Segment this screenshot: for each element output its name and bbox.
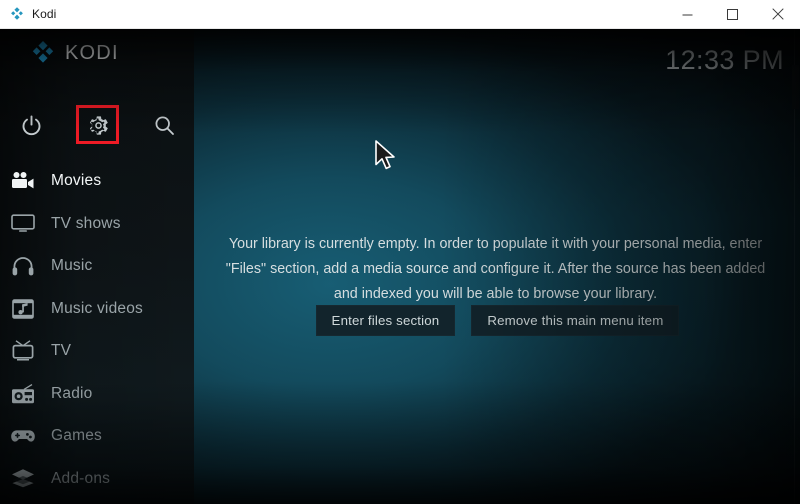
window-titlebar: Kodi (0, 0, 800, 29)
maximize-icon[interactable] (710, 0, 755, 28)
sidebar-item-label: Movies (51, 172, 102, 190)
sidebar-item-label: Music videos (51, 299, 143, 317)
minimize-icon[interactable] (665, 0, 710, 28)
sidebar-item-games[interactable]: Games (0, 415, 194, 458)
sidebar-item-pictures[interactable]: Pictures (0, 500, 194, 504)
sidebar-item-label: Add-ons (51, 469, 111, 487)
sidebar-item-tv-shows[interactable]: TV shows (0, 203, 194, 246)
close-icon[interactable] (755, 0, 800, 28)
layers-icon (9, 466, 37, 492)
sidebar-item-movies[interactable]: Movies (0, 160, 194, 203)
scrollbar-thumb[interactable] (792, 65, 799, 109)
sidebar-item-label: Music (51, 257, 93, 275)
kodi-ui: 12:33 PM Your library is currently empty… (0, 29, 800, 504)
sidebar-item-label: TV (51, 342, 72, 360)
settings-highlight-box (76, 105, 119, 144)
remove-main-menu-item-button[interactable]: Remove this main menu item (471, 305, 680, 336)
sidebar-item-label: Games (51, 427, 102, 445)
enter-files-section-button[interactable]: Enter files section (315, 305, 456, 336)
kodi-brand: KODI (30, 38, 119, 68)
music-video-icon (9, 296, 37, 322)
radio-icon (9, 381, 37, 407)
search-icon[interactable] (142, 103, 186, 147)
sidebar-item-label: Radio (51, 384, 93, 402)
kodi-application-window: Kodi 12:33 PM Your library is currently … (0, 0, 800, 504)
movie-camera-icon (9, 168, 37, 194)
kodi-diamond-logo (30, 40, 56, 66)
main-menu: Movies TV shows Music Music videos TV Ra… (0, 160, 194, 504)
retro-tv-icon (9, 338, 37, 364)
sidebar-item-radio[interactable]: Radio (0, 373, 194, 416)
kodi-logo-icon (9, 6, 25, 22)
sidebar: KODI Movies TV shows Music Music videos … (0, 29, 194, 504)
action-button-row: Enter files section Remove this main men… (195, 305, 800, 336)
sidebar-item-tv[interactable]: TV (0, 330, 194, 373)
clock: 12:33 PM (665, 45, 784, 75)
window-title: Kodi (32, 7, 57, 21)
tv-monitor-icon (9, 211, 37, 237)
empty-library-message: Your library is currently empty. In orde… (225, 236, 766, 302)
sidebar-item-music[interactable]: Music (0, 245, 194, 288)
sidebar-item-add-ons[interactable]: Add-ons (0, 458, 194, 501)
gamepad-icon (9, 423, 37, 449)
power-icon[interactable] (9, 103, 53, 147)
headphones-icon (9, 253, 37, 279)
sidebar-item-label: TV shows (51, 214, 121, 232)
sidebar-item-music-videos[interactable]: Music videos (0, 288, 194, 331)
kodi-wordmark: KODI (65, 41, 119, 64)
